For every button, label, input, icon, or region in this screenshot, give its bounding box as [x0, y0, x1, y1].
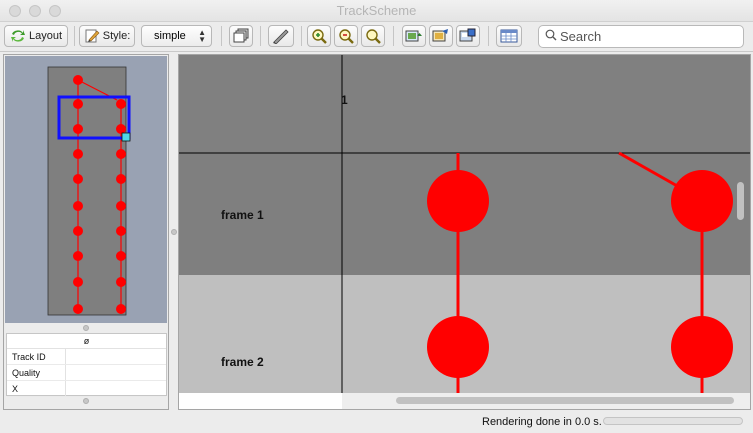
outline-spot — [116, 304, 126, 314]
toolbar-separator — [260, 26, 261, 46]
stacked-windows-icon — [233, 28, 249, 44]
capture-icon — [405, 28, 423, 44]
outline-spot — [73, 201, 83, 211]
paint-brush-icon — [84, 28, 100, 44]
info-row: Quality — [7, 365, 166, 381]
zoom-out-button[interactable] — [334, 25, 358, 47]
capture-decorated-button[interactable] — [429, 25, 453, 47]
zoom-in-icon — [311, 28, 327, 44]
info-row: Track ID — [7, 349, 166, 365]
toolbar-separator — [301, 26, 302, 46]
pen-icon — [272, 28, 290, 44]
style-button[interactable]: Style: — [79, 25, 135, 47]
canvas-blank-area — [179, 393, 342, 409]
outline-spot — [116, 174, 126, 184]
progress-bar — [603, 417, 743, 425]
toolbar-separator — [74, 26, 75, 46]
zoom-out-icon — [338, 28, 354, 44]
outline-spot — [73, 304, 83, 314]
outline-spot — [116, 99, 126, 109]
link-spots-button[interactable] — [268, 25, 294, 47]
panel-split-handle[interactable] — [83, 398, 89, 404]
side-panel: ø Track ID Quality X — [3, 54, 169, 410]
save-icon — [459, 28, 477, 44]
outline-spot — [73, 124, 83, 134]
spot[interactable] — [427, 170, 489, 232]
select-arrows-icon: ▲ ▼ — [198, 28, 206, 44]
outline-spot — [116, 277, 126, 287]
spot[interactable] — [671, 316, 733, 378]
capture-undecorated-button[interactable] — [402, 25, 426, 47]
outline-spot — [73, 99, 83, 109]
vertical-scrollbar-thumb[interactable] — [737, 182, 744, 220]
status-bar: Rendering done in 0.0 s. — [0, 411, 753, 433]
search-field[interactable] — [538, 25, 744, 48]
spot[interactable] — [671, 170, 733, 232]
search-icon — [545, 28, 557, 46]
magnifier-icon — [365, 28, 381, 44]
toolbar-separator — [488, 26, 489, 46]
info-row-label: X — [7, 381, 66, 396]
style-select-value: simple — [154, 30, 186, 42]
title-bar: TrackScheme — [0, 0, 753, 22]
refresh-icon — [10, 29, 26, 43]
outline-spot — [73, 75, 83, 85]
layout-label: Layout — [28, 30, 63, 42]
panel-split-handle[interactable] — [83, 325, 89, 331]
outline-canvas — [47, 66, 131, 316]
outline-spot — [73, 149, 83, 159]
outline-spot — [116, 226, 126, 236]
toolbar: Layout Style: simple ▲ ▼ — [0, 22, 753, 52]
outline-spot — [116, 149, 126, 159]
info-row-value — [66, 349, 166, 364]
info-table-header: ø — [7, 334, 166, 349]
status-message: Rendering done in 0.0 s. — [482, 416, 602, 428]
outline-spot — [73, 277, 83, 287]
style-label: Style: — [102, 30, 131, 42]
horizontal-scrollbar-thumb[interactable] — [396, 397, 734, 404]
column-header-label: 1 — [341, 93, 348, 107]
frame-row-label: frame 2 — [221, 355, 264, 369]
viewport-resize-handle[interactable] — [121, 132, 131, 142]
outline-spot — [116, 201, 126, 211]
graph-outline[interactable] — [5, 56, 167, 323]
layout-button[interactable]: Layout — [4, 25, 68, 47]
spot-info-table: ø Track ID Quality X — [6, 333, 167, 397]
zoom-in-button[interactable] — [307, 25, 331, 47]
column-header-row — [179, 55, 750, 153]
outline-spot — [116, 124, 126, 134]
outline-spot — [73, 174, 83, 184]
toolbar-separator — [221, 26, 222, 46]
split-pane-divider-handle[interactable] — [171, 229, 177, 235]
spot[interactable] — [427, 316, 489, 378]
show-table-button[interactable] — [496, 25, 522, 47]
info-row-value — [66, 381, 166, 396]
graph-canvas — [179, 55, 750, 409]
toolbar-separator — [393, 26, 394, 46]
zoom-fit-button[interactable] — [361, 25, 385, 47]
table-icon — [500, 29, 518, 43]
info-row: X — [7, 381, 166, 397]
outline-spot — [116, 251, 126, 261]
outline-spot — [73, 251, 83, 261]
trackscheme-window: TrackScheme Layout Style: simple ▲ ▼ Sea… — [0, 0, 753, 433]
window-title: TrackScheme — [336, 3, 417, 18]
outline-spot — [73, 226, 83, 236]
display-decorations-button[interactable] — [229, 25, 253, 47]
style-select[interactable]: simple ▲ ▼ — [141, 25, 212, 47]
export-icon — [432, 28, 450, 44]
save-button[interactable] — [456, 25, 480, 47]
info-row-label: Track ID — [7, 349, 66, 364]
search-input[interactable] — [560, 29, 730, 44]
frame-row-label: frame 1 — [221, 208, 264, 222]
info-row-value — [66, 365, 166, 380]
info-row-label: Quality — [7, 365, 66, 380]
